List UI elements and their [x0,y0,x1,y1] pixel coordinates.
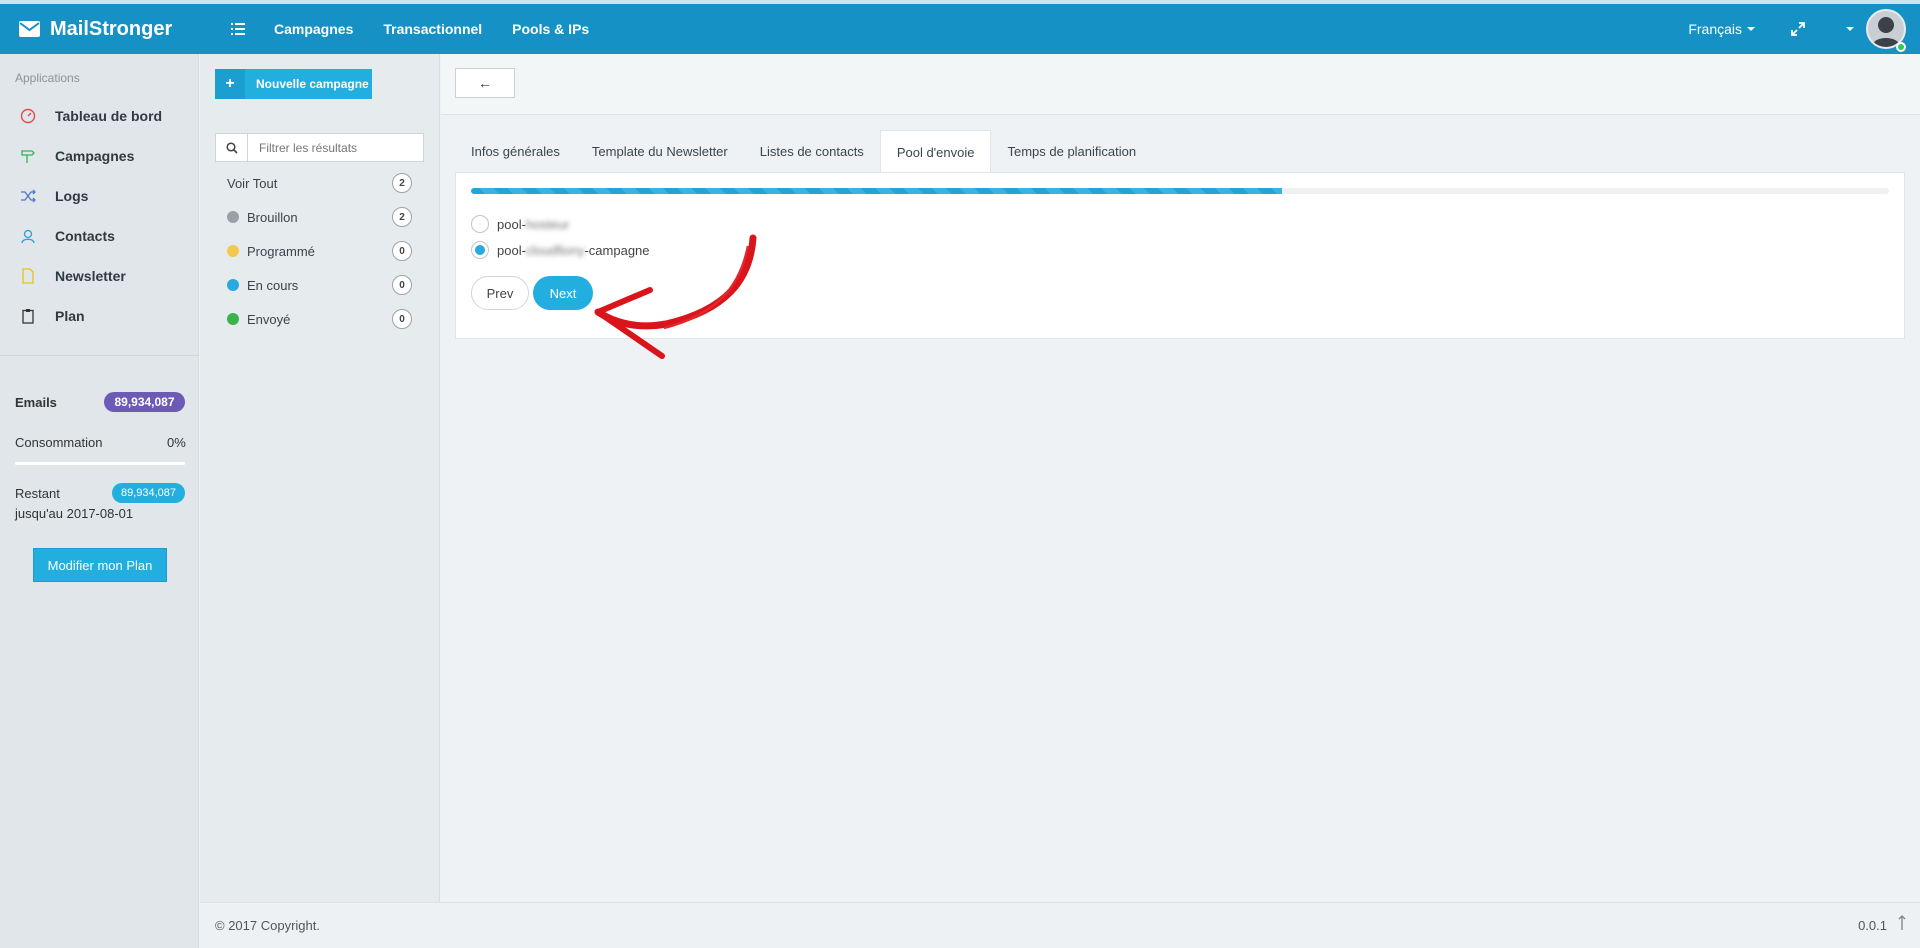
chevron-down-icon [1747,27,1755,31]
status-label: Envoyé [247,311,291,327]
tab-temps-planification[interactable]: Temps de planification [991,130,1152,173]
wizard-progress-bar [471,188,1889,194]
pool-option-1[interactable]: pool-hosteur [471,214,569,234]
sidebar-item-tableau-de-bord[interactable]: Tableau de bord [20,104,162,128]
pool-name-blurred: hosteur [525,216,570,232]
remaining-badge: 89,934,087 [112,483,185,503]
new-campaign-label: Nouvelle campagne [256,77,369,91]
status-label: Voir Tout [227,175,278,191]
wizard-tabs: Infos générales Template du Newsletter L… [455,130,1152,173]
emails-badge: 89,934,087 [104,392,185,412]
tab-pool-envoie[interactable]: Pool d'envoie [879,130,992,173]
sidebar-item-label: Campagnes [55,148,135,164]
prev-button[interactable]: Prev [471,276,529,310]
status-filter-voir-tout[interactable]: Voir Tout 2 [227,173,412,193]
sidebar-item-logs[interactable]: Logs [20,184,88,208]
dashboard-icon [20,108,36,124]
sidebar-item-label: Tableau de bord [55,108,163,124]
nav-transactionnel[interactable]: Transactionnel [383,21,482,37]
clipboard-icon [20,308,36,324]
back-button[interactable]: ← [455,68,515,98]
sidebar-divider [0,355,199,356]
status-filter-brouillon[interactable]: Brouillon 2 [227,207,412,227]
consumption-label: Consommation [15,435,103,450]
remaining-until: jusqu'au 2017-08-01 [15,506,134,521]
copyright-text: © 2017 Copyright. [215,918,320,933]
next-button[interactable]: Next [533,276,593,310]
status-dot [227,279,239,291]
emails-label: Emails [15,395,57,410]
main-header: ← [441,54,1920,115]
language-label: Français [1688,21,1742,37]
top-right: Français [1688,4,1920,54]
status-dot [227,211,239,223]
menu-toggle-icon[interactable] [227,18,249,40]
shuffle-icon [20,188,36,204]
search-icon [216,134,248,161]
status-filter-en-cours[interactable]: En cours 0 [227,275,412,295]
status-count: 2 [392,173,412,193]
back-arrow-icon: ← [478,75,492,91]
pool-radio-1[interactable] [471,215,489,233]
sidebar-item-contacts[interactable]: Contacts [20,224,115,248]
sidebar-item-campagnes[interactable]: Campagnes [20,144,134,168]
tab-template-newsletter[interactable]: Template du Newsletter [576,130,744,173]
sidebar-item-label: Newsletter [55,268,126,284]
plus-icon: + [215,69,245,99]
status-count: 0 [392,309,412,329]
consumption-bar [15,462,185,465]
sidebar-item-label: Plan [55,308,85,324]
sidebar-item-label: Logs [55,188,89,204]
pool-radio-2[interactable] [471,241,489,259]
status-count: 0 [392,241,412,261]
online-status-dot [1896,42,1906,52]
scroll-to-top-icon[interactable] [1898,915,1906,934]
user-menu-chevron-icon[interactable] [1846,27,1854,31]
pool-prefix: pool- [497,242,526,258]
sidebar-heading: Applications [15,71,80,85]
sidebar-item-label: Contacts [55,228,115,244]
filter-box [215,133,424,162]
contact-icon [20,228,36,244]
sidebar-item-plan[interactable]: Plan [20,304,85,328]
sidebar: Applications Tableau de bord Campagnes L… [0,54,199,948]
language-selector[interactable]: Français [1688,21,1755,37]
status-count: 2 [392,207,412,227]
new-campaign-button[interactable]: + Nouvelle campagne [215,69,372,99]
footer: © 2017 Copyright. 0.0.1 [200,902,1920,948]
modify-plan-button[interactable]: Modifier mon Plan [33,548,167,582]
nav-pools-ips[interactable]: Pools & IPs [512,21,589,37]
consumption-value: 0% [167,435,186,450]
signpost-icon [20,148,36,164]
status-label: Brouillon [247,209,298,225]
remaining-label: Restant [15,486,60,501]
file-icon [20,268,36,284]
nav-campagnes[interactable]: Campagnes [274,21,353,37]
campaign-filter-panel: + Nouvelle campagne Voir Tout 2 Brouillo… [200,54,440,902]
filter-input[interactable] [248,140,418,155]
status-label: Programmé [247,243,315,259]
status-dot [227,313,239,325]
brand[interactable]: MailStronger [0,4,199,54]
status-filter-programme[interactable]: Programmé 0 [227,241,412,261]
top-bar: MailStronger Campagnes Transactionnel Po… [0,0,1920,54]
sidebar-item-newsletter[interactable]: Newsletter [20,264,126,288]
status-label: En cours [247,277,299,293]
tab-listes-contacts[interactable]: Listes de contacts [744,130,880,173]
status-dot [227,245,239,257]
tab-infos-generales[interactable]: Infos générales [455,130,576,173]
fullscreen-icon[interactable] [1791,22,1805,36]
envelope-icon [19,21,40,37]
pool-prefix: pool- [497,216,526,232]
status-filter-envoye[interactable]: Envoyé 0 [227,309,412,329]
top-nav: Campagnes Transactionnel Pools & IPs [274,4,619,54]
brand-name: MailStronger [50,17,173,40]
version-text: 0.0.1 [1858,918,1887,933]
pool-name-blurred: cloudfiony [525,242,585,258]
status-count: 0 [392,275,412,295]
wizard-progress-fill [471,188,1283,194]
annotation-arrow-icon [594,234,757,359]
